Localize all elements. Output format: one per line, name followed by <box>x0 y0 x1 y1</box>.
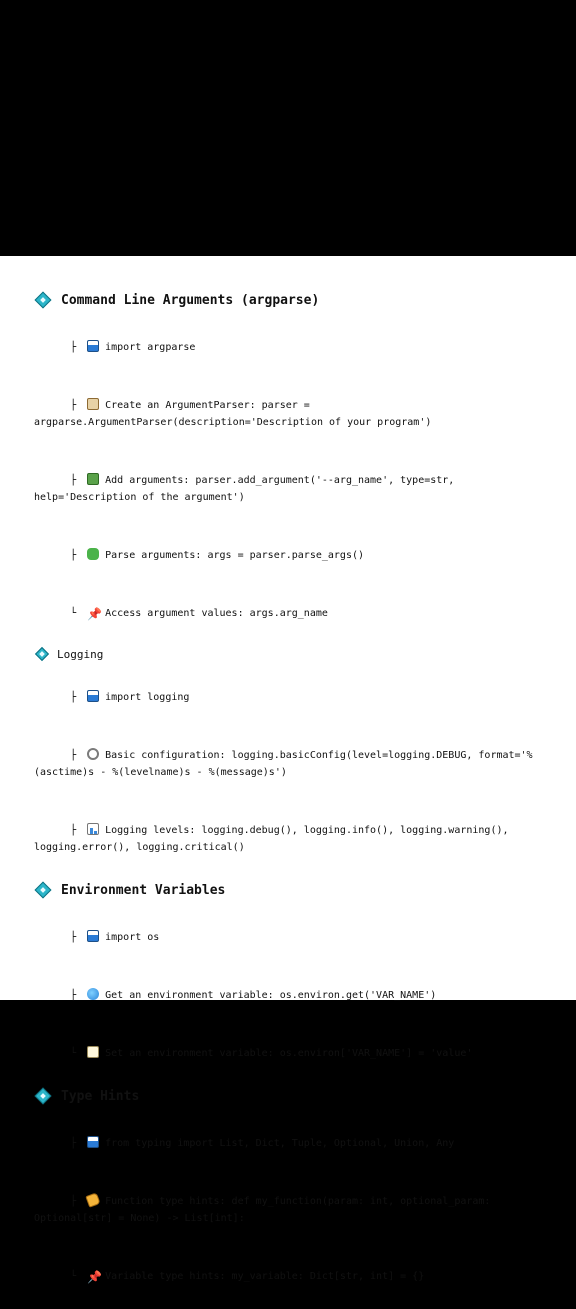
tree-branch: ├ <box>70 750 77 761</box>
section-title: Environment Variables <box>61 882 226 898</box>
item-text: Access argument values: args.arg_name <box>105 608 328 619</box>
section-title: Logging <box>57 647 104 661</box>
list-item: ├ Function type hints: def my_function(pa… <box>34 1176 550 1244</box>
book-icon <box>87 473 100 485</box>
globe-icon <box>87 988 100 1000</box>
pushpin-icon: 📌 <box>87 607 103 621</box>
item-text: from typing import List, Dict, Tuple, Op… <box>105 1138 455 1149</box>
tree-branch: ├ <box>70 475 77 486</box>
list-item: ├ Add arguments: parser.add_argument('--a… <box>34 455 550 523</box>
list-item: ├ Basic configuration: logging.basicConfi… <box>34 730 550 798</box>
section-heading-environment: Environment Variables <box>34 880 550 900</box>
inbox-tray-icon <box>87 690 100 702</box>
list-item: ├ import os <box>34 912 550 963</box>
list-item: ├ import logging <box>34 672 550 723</box>
item-text: import os <box>105 932 160 943</box>
item-text: Get an environment variable: os.environ.… <box>105 990 437 1001</box>
inbox-tray-icon <box>87 1136 100 1148</box>
document-page: Command Line Arguments (argparse) ├ impor… <box>0 256 576 1283</box>
list-item: ├ Parse arguments: args = parser.parse_ar… <box>34 530 550 581</box>
puzzle-icon <box>87 548 100 560</box>
section-heading-argparse: Command Line Arguments (argparse) <box>34 290 550 310</box>
diamond-icon <box>34 291 52 309</box>
item-text: Function type hints: def my_function(par… <box>34 1196 497 1224</box>
bar-chart-icon <box>87 823 100 835</box>
list-item: └ 📌 Access argument values: args.arg_name <box>34 588 550 639</box>
list-item: ├ Get an environment variable: os.environ… <box>34 970 550 1021</box>
list-item: └ 📌 Variable type hints: my_variable: Dict… <box>34 1251 550 1302</box>
tree-branch: └ <box>70 608 77 619</box>
section-heading-logging: Logging <box>34 646 550 662</box>
tree-branch: ├ <box>70 932 77 943</box>
list-item: ├ Logging levels: logging.debug(), loggin… <box>34 805 550 873</box>
inbox-tray-icon <box>87 930 100 942</box>
tree-branch: ├ <box>70 825 77 836</box>
item-text: Variable type hints: my_variable: Dict[s… <box>105 1271 425 1282</box>
tree-branch: ├ <box>70 1138 77 1149</box>
gear-icon <box>87 748 100 760</box>
list-item: ├ import argparse <box>34 322 550 373</box>
item-text: import logging <box>105 692 190 703</box>
memo-icon <box>87 1046 100 1058</box>
diamond-icon <box>34 646 50 662</box>
list-item: └ Set an environment variable: os.environ… <box>34 1028 550 1079</box>
item-text: Logging levels: logging.debug(), logging… <box>34 825 515 853</box>
tree-branch: ├ <box>70 400 77 411</box>
diamond-icon <box>34 1087 52 1105</box>
label-tag-icon <box>85 1192 101 1208</box>
tree-branch: ├ <box>70 342 77 353</box>
item-text: Set an environment variable: os.environ[… <box>105 1048 473 1059</box>
inbox-tray-icon <box>87 340 100 352</box>
tree-branch: └ <box>70 1271 77 1282</box>
diamond-icon <box>34 881 52 899</box>
section-title: Type Hints <box>61 1088 140 1104</box>
item-text: import argparse <box>105 342 196 353</box>
pushpin-icon: 📌 <box>87 1270 103 1284</box>
list-item: ├ from typing import List, Dict, Tuple, O… <box>34 1118 550 1169</box>
item-text: Basic configuration: logging.basicConfig… <box>34 750 533 778</box>
document-content: Command Line Arguments (argparse) ├ impor… <box>34 290 550 1309</box>
tree-branch: ├ <box>70 990 77 1001</box>
tree-branch: ├ <box>70 1196 77 1207</box>
tree-branch: ├ <box>70 550 77 561</box>
clipboard-icon <box>87 398 100 410</box>
list-item: ├ Create an ArgumentParser: parser = argp… <box>34 380 550 448</box>
tree-branch: └ <box>70 1048 77 1059</box>
section-title: Command Line Arguments (argparse) <box>61 292 320 308</box>
section-heading-type-hints: Type Hints <box>34 1086 550 1106</box>
tree-branch: ├ <box>70 692 77 703</box>
item-text: Parse arguments: args = parser.parse_arg… <box>105 550 365 561</box>
